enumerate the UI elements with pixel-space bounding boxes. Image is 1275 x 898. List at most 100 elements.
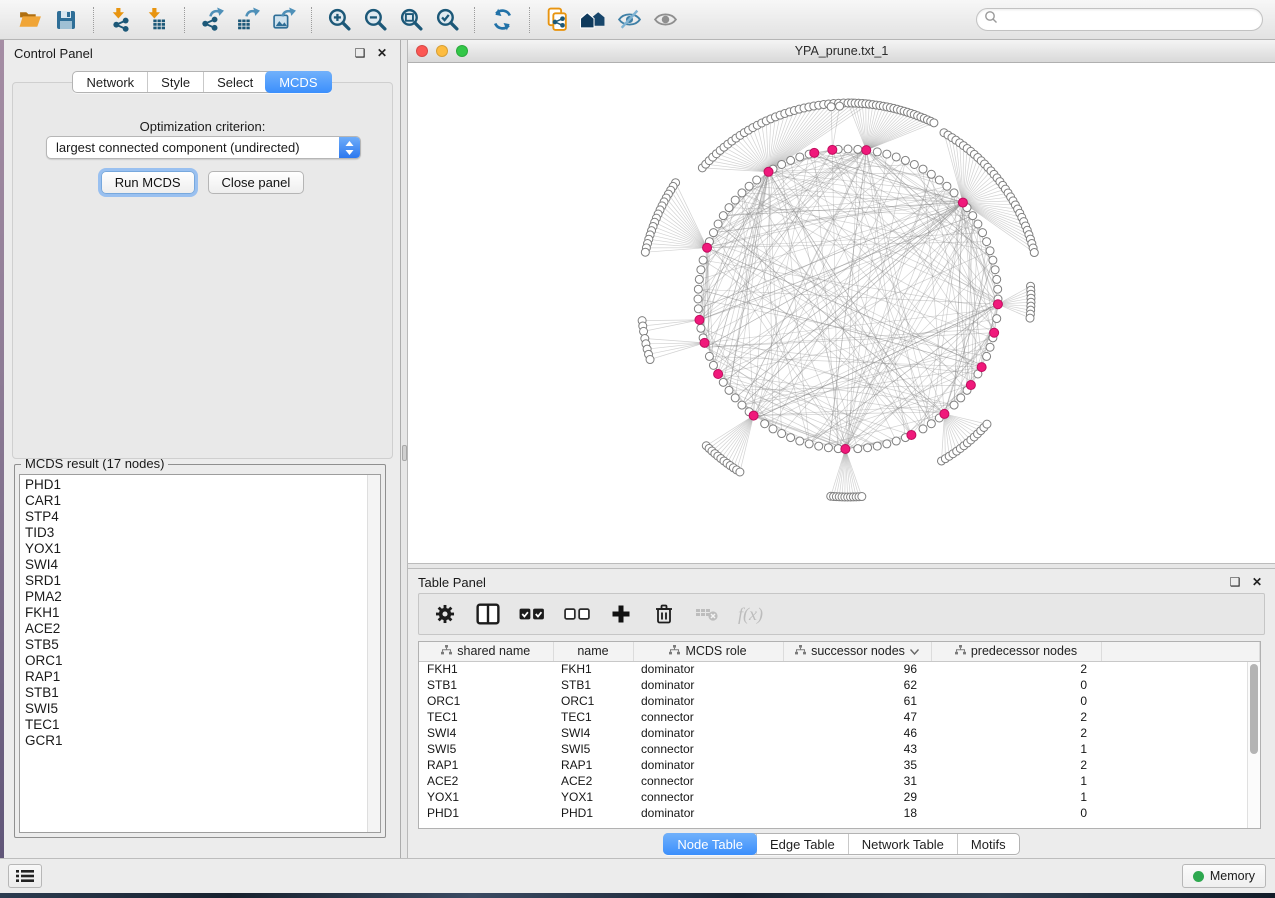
table-row[interactable]: YOX1YOX1connector291 — [419, 789, 1260, 805]
network-node[interactable] — [983, 352, 991, 360]
network-node[interactable] — [986, 343, 994, 351]
mcds-hub-node[interactable] — [695, 315, 704, 324]
network-node[interactable] — [989, 256, 997, 264]
mcds-result-item[interactable]: TEC1 — [25, 717, 380, 733]
mcds-result-item[interactable]: TID3 — [25, 525, 380, 541]
network-node[interactable] — [927, 420, 935, 428]
network-node[interactable] — [761, 420, 769, 428]
deselect-all-icon[interactable] — [564, 601, 590, 627]
network-node[interactable] — [709, 229, 717, 237]
tab-select[interactable]: Select — [203, 72, 266, 92]
network-node[interactable] — [738, 401, 746, 409]
column-header-name[interactable]: name — [553, 642, 633, 661]
network-node[interactable] — [969, 212, 977, 220]
float-table-panel-icon[interactable]: ❑ — [1227, 574, 1243, 590]
mcds-hub-node[interactable] — [862, 146, 871, 155]
table-tab-network-table[interactable]: Network Table — [848, 834, 957, 854]
mcds-result-item[interactable]: SRD1 — [25, 573, 380, 589]
mcds-hub-node[interactable] — [940, 409, 949, 418]
network-node[interactable] — [697, 324, 705, 332]
network-node[interactable] — [901, 156, 909, 164]
network-node[interactable] — [957, 394, 965, 402]
table-row[interactable]: SWI5SWI5connector431 — [419, 741, 1260, 757]
close-table-panel-icon[interactable]: ✕ — [1249, 574, 1265, 590]
network-node[interactable] — [864, 444, 872, 452]
network-node[interactable] — [919, 425, 927, 433]
zoom-in-icon[interactable] — [321, 5, 357, 35]
network-node[interactable] — [697, 266, 705, 274]
mcds-result-item[interactable]: RAP1 — [25, 669, 380, 685]
mcds-hub-node[interactable] — [958, 198, 967, 207]
settings-icon[interactable] — [433, 601, 457, 627]
criterion-dropdown[interactable]: largest connected component (undirected) — [46, 136, 361, 159]
table-scrollbar[interactable] — [1247, 662, 1260, 828]
close-panel-icon[interactable]: ✕ — [374, 45, 390, 61]
network-node[interactable] — [719, 212, 727, 220]
network-node[interactable] — [694, 305, 702, 313]
network-node[interactable] — [919, 165, 927, 173]
table-tab-motifs[interactable]: Motifs — [957, 834, 1019, 854]
network-node[interactable] — [714, 220, 722, 228]
mcds-hub-node[interactable] — [828, 145, 837, 154]
network-leaf-node[interactable] — [1026, 314, 1034, 322]
tab-style[interactable]: Style — [147, 72, 203, 92]
run-mcds-button[interactable]: Run MCDS — [101, 171, 195, 194]
network-graph[interactable] — [408, 63, 1275, 563]
network-node[interactable] — [719, 378, 727, 386]
network-node[interactable] — [731, 394, 739, 402]
network-leaf-node[interactable] — [930, 119, 938, 127]
network-node[interactable] — [694, 285, 702, 293]
splitter-grip[interactable] — [402, 445, 407, 461]
table-scrollbar-thumb[interactable] — [1250, 664, 1258, 754]
tab-network[interactable]: Network — [73, 72, 147, 92]
table-tab-edge-table[interactable]: Edge Table — [756, 834, 848, 854]
network-node[interactable] — [705, 352, 713, 360]
table-row[interactable]: FKH1FKH1dominator962 — [419, 661, 1260, 677]
network-node[interactable] — [991, 266, 999, 274]
import-network-icon[interactable] — [103, 5, 139, 35]
network-node[interactable] — [694, 295, 702, 303]
mcds-hub-node[interactable] — [966, 381, 975, 390]
mcds-result-item[interactable]: STB1 — [25, 685, 380, 701]
clone-network-icon[interactable] — [539, 5, 575, 35]
network-leaf-node[interactable] — [736, 468, 744, 476]
network-node[interactable] — [796, 153, 804, 161]
mcds-hub-node[interactable] — [841, 444, 850, 453]
mcds-hub-node[interactable] — [810, 148, 819, 157]
zoom-out-icon[interactable] — [357, 5, 393, 35]
mcds-result-item[interactable]: STB5 — [25, 637, 380, 653]
network-node[interactable] — [993, 315, 1001, 323]
delete-column-icon[interactable] — [652, 601, 676, 627]
network-node[interactable] — [873, 148, 881, 156]
network-node[interactable] — [854, 445, 862, 453]
network-node[interactable] — [854, 145, 862, 153]
network-node[interactable] — [844, 145, 852, 153]
mcds-hub-node[interactable] — [749, 411, 758, 420]
network-node[interactable] — [892, 153, 900, 161]
mcds-result-item[interactable]: GCR1 — [25, 733, 380, 749]
network-node[interactable] — [873, 442, 881, 450]
mcds-hub-node[interactable] — [907, 430, 916, 439]
network-node[interactable] — [796, 437, 804, 445]
mcds-hub-node[interactable] — [764, 167, 773, 176]
table-row[interactable]: ORC1ORC1dominator610 — [419, 693, 1260, 709]
export-network-icon[interactable] — [194, 5, 230, 35]
network-node[interactable] — [787, 156, 795, 164]
network-node[interactable] — [725, 204, 733, 212]
table-row[interactable]: RAP1RAP1dominator352 — [419, 757, 1260, 773]
mcds-result-item[interactable]: ORC1 — [25, 653, 380, 669]
mcds-result-item[interactable]: PHD1 — [25, 477, 380, 493]
split-columns-icon[interactable] — [476, 601, 500, 627]
select-all-icon[interactable] — [519, 601, 545, 627]
network-node[interactable] — [805, 440, 813, 448]
table-row[interactable]: SWI4SWI4dominator462 — [419, 725, 1260, 741]
mcds-result-item[interactable]: YOX1 — [25, 541, 380, 557]
mcds-hub-node[interactable] — [990, 328, 999, 337]
mcds-result-item[interactable]: SWI5 — [25, 701, 380, 717]
mcds-hub-node[interactable] — [714, 370, 723, 379]
mcds-result-item[interactable]: STP4 — [25, 509, 380, 525]
network-node[interactable] — [883, 150, 891, 158]
network-manager-icon[interactable] — [575, 5, 611, 35]
network-node[interactable] — [778, 160, 786, 168]
export-image-icon[interactable] — [266, 5, 302, 35]
